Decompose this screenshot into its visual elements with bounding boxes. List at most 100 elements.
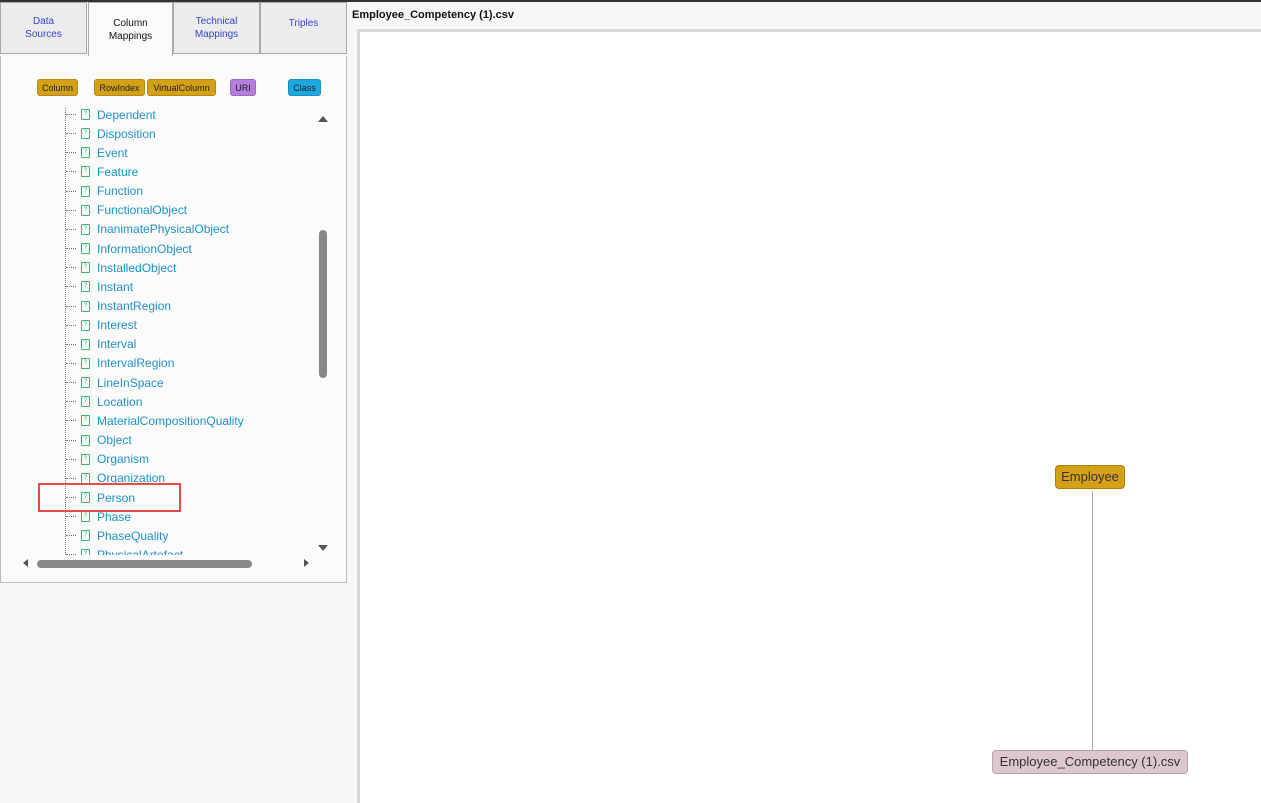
- tree-item[interactable]: ? Disposition: [21, 124, 156, 143]
- tab-column-mappings[interactable]: Column Mappings: [88, 2, 173, 57]
- tree-item[interactable]: ? PhysicalArtefact: [21, 545, 183, 555]
- tree-item[interactable]: ? PhaseQuality: [21, 526, 168, 545]
- tree-item-label: Function: [97, 184, 144, 199]
- tree-item[interactable]: ? Organism: [21, 450, 149, 469]
- tree-item-label: PhaseQuality: [97, 528, 169, 543]
- file-icon: ?: [81, 281, 90, 293]
- column-mappings-panel: Column RowIndex VirtualColumn URI Class …: [0, 56, 347, 583]
- tree-item[interactable]: ? InformationObject: [21, 239, 192, 258]
- tree-connector: [66, 171, 76, 173]
- tree-connector: [66, 516, 76, 518]
- file-icon: ?: [81, 549, 90, 555]
- file-title: Employee_Competency (1).csv: [352, 9, 515, 21]
- tree-item[interactable]: ? Event: [21, 143, 128, 162]
- tree-item-label: Dependent: [97, 108, 156, 122]
- file-icon: ?: [81, 262, 90, 274]
- file-icon: ?: [81, 204, 90, 216]
- tree-item-label: Instant: [97, 279, 134, 294]
- scroll-up-arrow-icon[interactable]: [318, 116, 328, 122]
- tree-item-label: Interest: [97, 318, 138, 333]
- file-icon: ?: [81, 511, 90, 523]
- tree-connector: [66, 228, 76, 230]
- tree-item[interactable]: ? Person: [21, 488, 135, 507]
- tree-connector: [66, 248, 76, 250]
- tree-item-label: IntervalRegion: [97, 356, 175, 371]
- vertical-scroll-thumb[interactable]: [319, 230, 327, 378]
- class-tree: ? Dependent? Disposition? Event? Feature? Fun…: [21, 108, 313, 555]
- file-icon: ?: [81, 377, 90, 389]
- tree-item[interactable]: ? Dependent: [21, 108, 156, 124]
- tree-item[interactable]: ? IntervalRegion: [21, 354, 174, 373]
- file-icon: ?: [81, 319, 90, 331]
- scroll-left-arrow-icon[interactable]: [23, 559, 28, 567]
- file-icon: ?: [81, 109, 90, 120]
- tree-connector: [66, 267, 76, 269]
- tree-item-label: Event: [97, 145, 128, 160]
- tree-connector: [66, 152, 76, 154]
- file-icon: ?: [81, 415, 90, 427]
- tree-item-label: InanimatePhysicalObject: [97, 222, 230, 237]
- tree-connector: [66, 362, 76, 364]
- tree-connector: [66, 324, 76, 326]
- horizontal-scroll-thumb[interactable]: [37, 560, 252, 568]
- tree-item[interactable]: ? MaterialCompositionQuality: [21, 411, 244, 430]
- file-icon: ?: [81, 147, 90, 159]
- scroll-right-arrow-icon[interactable]: [304, 559, 309, 567]
- tab-triples[interactable]: Triples: [260, 2, 347, 54]
- tree-item-label: Object: [97, 433, 132, 448]
- tree-item[interactable]: ? Location: [21, 392, 142, 411]
- file-icon: ?: [81, 357, 90, 369]
- graph-canvas[interactable]: Employee Employee_Competency (1).csv: [357, 29, 1261, 803]
- tree-item[interactable]: ? Interval: [21, 335, 136, 354]
- tree-item[interactable]: ? Instant: [21, 277, 133, 296]
- graph-edge: [1092, 491, 1093, 751]
- tree-item[interactable]: ? Object: [21, 431, 132, 450]
- tree-connector: [66, 554, 76, 555]
- legend-virtualcolumn: VirtualColumn: [147, 79, 216, 96]
- tree-item-label: InstantRegion: [97, 299, 172, 313]
- tree-item-label: Organization: [97, 471, 166, 486]
- employee-class-node[interactable]: Employee: [1055, 465, 1125, 489]
- tree-connector: [66, 133, 76, 135]
- tree-connector: [66, 343, 76, 345]
- tree-item-label: Interval: [97, 337, 137, 352]
- tree-item[interactable]: ? FunctionalObject: [21, 201, 187, 220]
- tree-item-label: Organism: [97, 452, 150, 467]
- file-icon: ?: [81, 185, 90, 197]
- csv-source-node[interactable]: Employee_Competency (1).csv: [992, 750, 1188, 774]
- tree-vertical-scrollbar[interactable]: [315, 114, 329, 551]
- scroll-down-arrow-icon[interactable]: [318, 545, 328, 551]
- tree-connector: [66, 401, 76, 403]
- tree-connector: [66, 477, 76, 479]
- file-icon: ?: [81, 128, 90, 140]
- tree-item[interactable]: ? Interest: [21, 316, 137, 335]
- tree-connector: [66, 497, 76, 498]
- tree-item[interactable]: ? InstantRegion: [21, 297, 171, 316]
- tree-connector: [66, 114, 76, 115]
- file-icon: ?: [81, 434, 90, 446]
- legend: Column RowIndex VirtualColumn URI Class: [1, 79, 348, 97]
- tree-item-label: Disposition: [97, 126, 156, 141]
- tab-data-sources[interactable]: Data Sources: [0, 2, 87, 54]
- tree-item-label: Feature: [97, 164, 139, 179]
- tree-connector: [66, 439, 76, 441]
- tab-technical-mappings[interactable]: Technical Mappings: [173, 2, 260, 54]
- file-icon: ?: [81, 223, 90, 235]
- tree-connector: [66, 305, 76, 307]
- tree-item[interactable]: ? LineInSpace: [21, 373, 164, 392]
- tree-horizontal-scrollbar[interactable]: [21, 556, 313, 570]
- tree-connector: [66, 209, 76, 211]
- tree-item[interactable]: ? Organization: [21, 469, 165, 488]
- tree-item[interactable]: ? Feature: [21, 162, 138, 181]
- tree-item[interactable]: ? InstalledObject: [21, 258, 176, 277]
- tree-item-label: LineInSpace: [97, 375, 164, 390]
- tree-item-label: InstalledObject: [97, 260, 177, 275]
- tree-item[interactable]: ? Phase: [21, 507, 131, 526]
- tree-item[interactable]: ? Function: [21, 182, 143, 201]
- tree-item-label: FunctionalObject: [97, 203, 188, 218]
- tree-connector: [66, 458, 76, 460]
- tree-item[interactable]: ? InanimatePhysicalObject: [21, 220, 229, 239]
- tree-connector: [66, 190, 76, 192]
- file-icon: ?: [81, 472, 90, 484]
- tree-item-label: Location: [97, 394, 143, 409]
